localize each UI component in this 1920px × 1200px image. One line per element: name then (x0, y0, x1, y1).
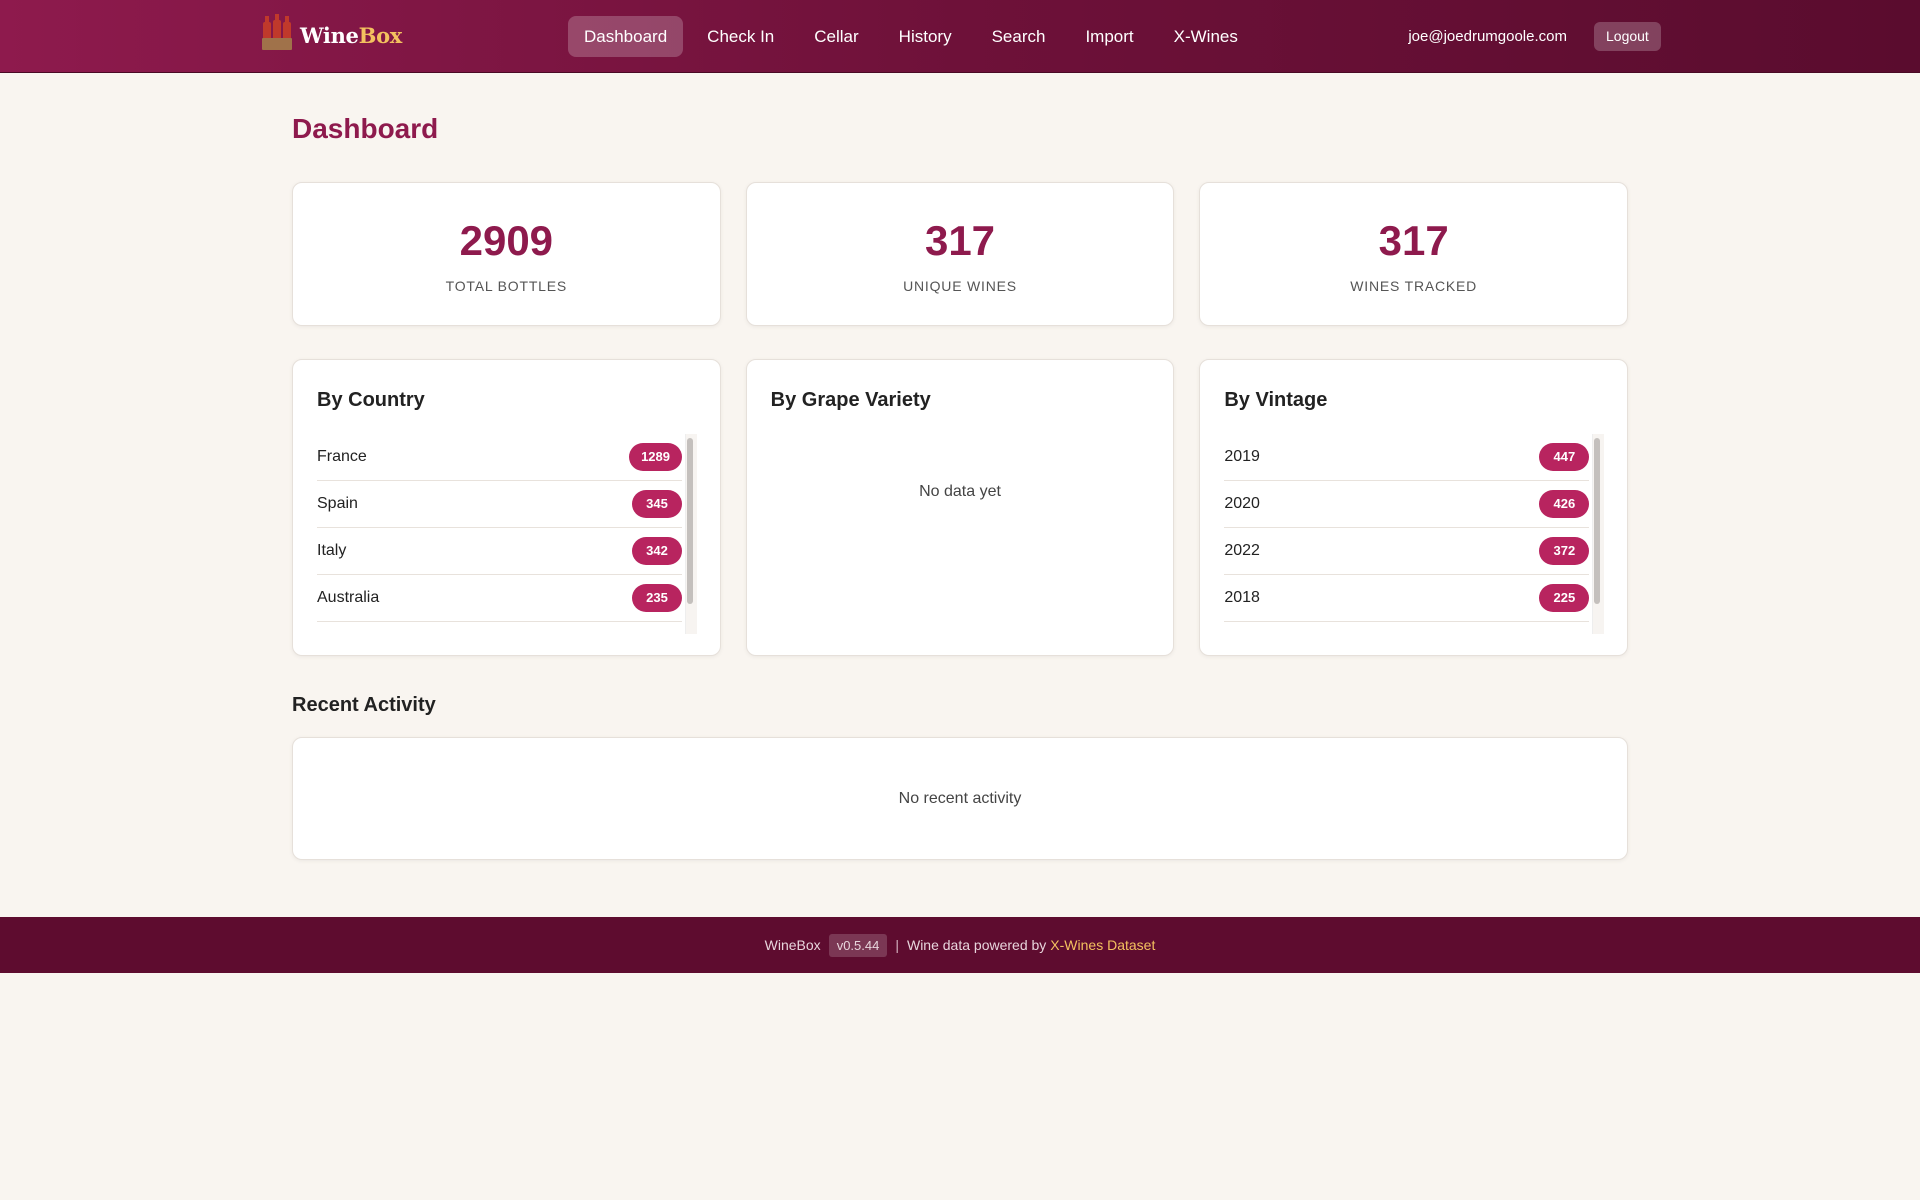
item-name: Australia (317, 589, 380, 606)
stats-row: 2909 TOTAL BOTTLES 317 UNIQUE WINES 317 … (292, 182, 1629, 326)
scrollbar-thumb[interactable] (1594, 438, 1601, 604)
nav-dashboard[interactable]: Dashboard (568, 16, 684, 57)
list-item: 2019 447 (1224, 434, 1590, 481)
nav-search[interactable]: Search (976, 16, 1062, 57)
list-item: Australia 235 (317, 575, 682, 622)
item-name: 2020 (1224, 495, 1260, 512)
vintage-list[interactable]: 2019 447 2020 426 2022 372 2018 225 (1224, 434, 1590, 624)
count-badge: 372 (1539, 537, 1590, 565)
version-badge: v0.5.44 (828, 933, 888, 957)
count-badge: 345 (632, 490, 682, 518)
list-item: France 1289 (317, 434, 682, 481)
nav-history[interactable]: History (883, 16, 968, 57)
stat-card-wines-tracked: 317 WINES TRACKED (1199, 182, 1629, 326)
count-badge: 447 (1539, 443, 1590, 471)
nav-import[interactable]: Import (1069, 16, 1149, 57)
list-item: 2022 372 (1224, 528, 1590, 575)
count-badge: 1289 (629, 443, 682, 471)
count-badge: 342 (632, 537, 682, 565)
nav-x-wines[interactable]: X-Wines (1158, 16, 1254, 57)
user-email: joe@joedrumgoole.com (1408, 28, 1567, 45)
footer-separator: | (895, 937, 899, 953)
by-country-card: By Country France 1289 Spain 345 Italy 3… (292, 359, 721, 656)
scrollbar-thumb[interactable] (687, 438, 693, 604)
logout-button[interactable]: Logout (1594, 22, 1661, 51)
main-content: Dashboard 2909 TOTAL BOTTLES 317 UNIQUE … (292, 112, 1629, 860)
by-grape-card: By Grape Variety No data yet (745, 359, 1175, 656)
breakdown-row: By Country France 1289 Spain 345 Italy 3… (292, 359, 1629, 656)
card-title: By Country (317, 389, 425, 411)
list-item: Spain 345 (317, 481, 682, 528)
by-vintage-card: By Vintage 2019 447 2020 426 2022 372 20… (1199, 359, 1629, 656)
stat-label: TOTAL BOTTLES (445, 278, 568, 294)
item-name: Spain (317, 495, 358, 512)
list-item-partial (1224, 622, 1589, 624)
wine-crate-icon (262, 14, 292, 50)
list-item: 2020 426 (1224, 481, 1590, 528)
brand-logo[interactable]: WineBox (262, 14, 403, 50)
footer: WineBox v0.5.44 | Wine data powered by X… (0, 917, 1920, 973)
x-wines-dataset-link[interactable]: X-Wines Dataset (1050, 937, 1155, 953)
stat-label: WINES TRACKED (1350, 278, 1478, 294)
count-badge: 426 (1539, 490, 1590, 518)
list-item-partial (317, 622, 682, 624)
brand-name: WineBox (300, 22, 403, 48)
item-name: 2019 (1224, 448, 1260, 465)
stat-label: UNIQUE WINES (903, 278, 1017, 294)
empty-state-text: No data yet (919, 483, 1001, 500)
list-item: Italy 342 (317, 528, 682, 575)
recent-activity-card: No recent activity (292, 737, 1628, 860)
item-name: 2018 (1224, 589, 1260, 606)
count-badge: 235 (632, 584, 682, 612)
stat-value: 317 (1378, 217, 1449, 264)
stat-value: 2909 (459, 217, 554, 264)
footer-app-name: WineBox (764, 937, 821, 953)
recent-activity-title: Recent Activity (292, 694, 436, 716)
list-item: 2018 225 (1224, 575, 1590, 622)
page-title: Dashboard (292, 113, 439, 144)
footer-powered-text: Wine data powered by (906, 937, 1047, 953)
nav-check-in[interactable]: Check In (691, 16, 790, 57)
item-name: 2022 (1224, 542, 1260, 559)
card-title: By Grape Variety (770, 389, 931, 411)
item-name: Italy (317, 542, 347, 559)
main-nav: Dashboard Check In Cellar History Search… (568, 16, 1254, 57)
item-name: France (317, 448, 367, 465)
card-title: By Vintage (1224, 389, 1328, 411)
count-badge: 225 (1539, 584, 1590, 612)
empty-state-text: No recent activity (898, 790, 1022, 807)
nav-cellar[interactable]: Cellar (798, 16, 874, 57)
top-navbar: WineBox Dashboard Check In Cellar Histor… (0, 0, 1920, 73)
stat-card-unique-wines: 317 UNIQUE WINES (745, 182, 1175, 326)
country-list[interactable]: France 1289 Spain 345 Italy 342 Australi… (317, 434, 682, 624)
stat-card-total-bottles: 2909 TOTAL BOTTLES (292, 182, 721, 326)
stat-value: 317 (924, 217, 996, 264)
